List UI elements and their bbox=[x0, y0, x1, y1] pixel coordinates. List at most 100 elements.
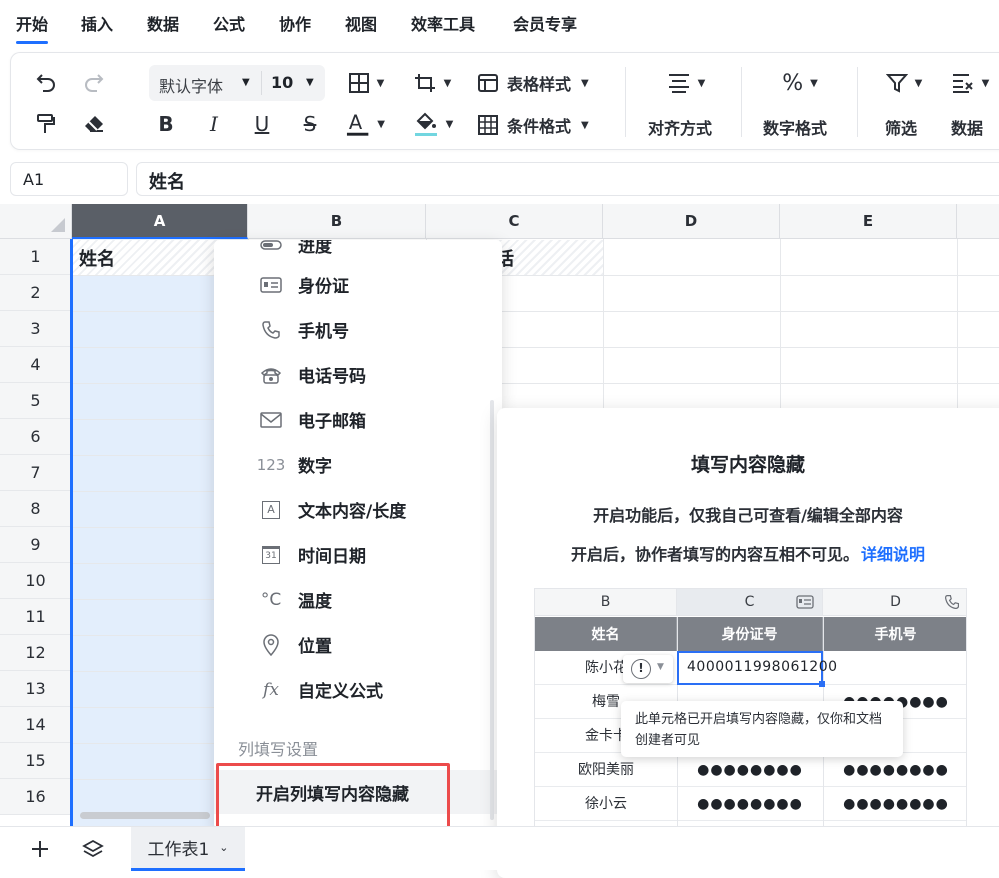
dropdown-scrollbar[interactable] bbox=[490, 400, 494, 820]
filter-label[interactable]: 筛选 bbox=[885, 115, 917, 139]
percent-icon[interactable]: % ▼ bbox=[775, 69, 825, 97]
column-header-d[interactable]: D bbox=[603, 204, 780, 239]
svg-text:A: A bbox=[349, 111, 363, 134]
strikethrough-icon[interactable]: S bbox=[297, 111, 323, 137]
row-header[interactable]: 9 bbox=[0, 527, 72, 563]
font-selector[interactable]: 默认字体 ▼ 10 ▼ bbox=[149, 65, 325, 101]
menu-tab-formula[interactable]: 公式 bbox=[213, 11, 245, 35]
cell-reference-box[interactable]: A1 bbox=[10, 162, 128, 196]
align-icon[interactable]: ▼ bbox=[661, 69, 711, 97]
mail-icon bbox=[258, 407, 284, 433]
menu-tab-efficiency[interactable]: 效率工具 bbox=[411, 11, 475, 35]
id-card-icon bbox=[796, 595, 814, 609]
calendar-icon: 31 bbox=[258, 542, 284, 568]
example-header-phone: 手机号 bbox=[823, 617, 966, 651]
dropdown-item-label: 电子邮箱 bbox=[298, 412, 366, 432]
table-style-button[interactable]: 表格样式 ▼ bbox=[477, 69, 607, 97]
menu-tab-view[interactable]: 视图 bbox=[345, 11, 377, 35]
border-icon[interactable]: ▼ bbox=[343, 69, 389, 97]
phone-icon bbox=[944, 595, 959, 610]
menu-tab-start[interactable]: 开始 bbox=[16, 11, 49, 44]
dropdown-item-custom-formula[interactable]: fx 自定义公式 bbox=[214, 667, 502, 712]
formula-input[interactable]: 姓名 bbox=[136, 162, 999, 196]
font-color-icon[interactable]: A ▼ bbox=[345, 109, 385, 139]
dropdown-item-email[interactable]: 电子邮箱 bbox=[214, 397, 502, 442]
dropdown-item-number[interactable]: 123 数字 bbox=[214, 442, 502, 487]
highlight-frame bbox=[216, 763, 450, 835]
divider bbox=[625, 67, 626, 137]
menu-tab-insert[interactable]: 插入 bbox=[81, 11, 113, 35]
add-sheet-icon[interactable] bbox=[28, 837, 52, 861]
menu-tab-vip[interactable]: 会员专享 bbox=[513, 11, 577, 35]
horizontal-scrollbar[interactable] bbox=[80, 812, 210, 819]
row-header[interactable]: 3 bbox=[0, 311, 72, 347]
data-icon[interactable]: ▼ bbox=[945, 69, 995, 97]
id-card-icon bbox=[258, 272, 284, 298]
filter-icon[interactable]: ▼ bbox=[881, 69, 927, 97]
font-size[interactable]: 10 bbox=[271, 73, 293, 92]
undo-icon[interactable] bbox=[33, 69, 59, 95]
row-header[interactable]: 5 bbox=[0, 383, 72, 419]
dropdown-section-title: 列填写设置 bbox=[238, 740, 319, 759]
card-description-text: 开启后，协作者填写的内容互相不可见。 bbox=[570, 545, 859, 564]
dropdown-item-telephone[interactable]: 电话号码 bbox=[214, 352, 502, 397]
column-header-f[interactable] bbox=[957, 204, 999, 239]
learn-more-link[interactable]: 详细说明 bbox=[861, 545, 925, 564]
row-header[interactable]: 1 bbox=[0, 239, 72, 275]
sheet-tab-active[interactable]: 工作表1 ⌄ bbox=[131, 827, 245, 871]
row-header[interactable]: 14 bbox=[0, 707, 72, 743]
row-header[interactable]: 16 bbox=[0, 779, 72, 815]
column-header-c[interactable]: C bbox=[426, 204, 603, 239]
fill-color-icon[interactable]: ▼ bbox=[411, 109, 455, 139]
masked-value: ●●●●●●●● bbox=[843, 762, 949, 778]
bold-icon[interactable]: B bbox=[153, 111, 179, 137]
font-name[interactable]: 默认字体 bbox=[159, 73, 223, 97]
column-header-e[interactable]: E bbox=[780, 204, 957, 239]
grid-line bbox=[72, 311, 999, 312]
dropdown-item-mobile[interactable]: 手机号 bbox=[214, 307, 502, 352]
data-label[interactable]: 数据 bbox=[951, 115, 983, 139]
number-format-label[interactable]: 数字格式 bbox=[763, 115, 827, 139]
phone-icon bbox=[258, 317, 284, 343]
font-name-chevron-down-icon[interactable]: ▼ bbox=[242, 77, 250, 88]
cell-size-icon[interactable]: ▼ bbox=[409, 69, 455, 97]
row-header[interactable]: 13 bbox=[0, 671, 72, 707]
layers-icon[interactable] bbox=[80, 837, 106, 861]
condition-format-button[interactable]: 条件格式 ▼ bbox=[477, 111, 607, 139]
column-header-b[interactable]: B bbox=[248, 204, 426, 239]
dropdown-item-text[interactable]: A 文本内容/长度 bbox=[214, 487, 502, 532]
format-painter-icon[interactable] bbox=[33, 111, 59, 137]
row-header[interactable]: 15 bbox=[0, 743, 72, 779]
example-column-header: D bbox=[823, 589, 966, 616]
chevron-down-icon[interactable]: ⌄ bbox=[219, 841, 228, 854]
condition-format-label: 条件格式 bbox=[507, 117, 572, 136]
dropdown-item-datetime[interactable]: 31 时间日期 bbox=[214, 532, 502, 577]
select-all-corner[interactable] bbox=[0, 204, 72, 239]
row-header[interactable]: 2 bbox=[0, 275, 72, 311]
align-label[interactable]: 对齐方式 bbox=[648, 115, 712, 139]
font-size-chevron-down-icon[interactable]: ▼ bbox=[306, 77, 314, 88]
dropdown-item-location[interactable]: 位置 bbox=[214, 622, 502, 667]
row-header[interactable]: 10 bbox=[0, 563, 72, 599]
number-icon: 123 bbox=[256, 455, 286, 474]
dropdown-item-id-card[interactable]: 身份证 bbox=[214, 262, 502, 307]
row-header[interactable]: 11 bbox=[0, 599, 72, 635]
grid-line bbox=[72, 383, 999, 384]
row-header[interactable]: 7 bbox=[0, 455, 72, 491]
eraser-icon[interactable] bbox=[81, 111, 107, 137]
menu-tab-collab[interactable]: 协作 bbox=[279, 11, 311, 35]
row-header[interactable]: 6 bbox=[0, 419, 72, 455]
column-header-a[interactable]: A bbox=[72, 204, 308, 239]
underline-icon[interactable]: U bbox=[249, 111, 275, 137]
redo-icon[interactable] bbox=[81, 69, 107, 95]
warning-icon: ! bbox=[631, 659, 651, 679]
tooltip: 此单元格已开启填写内容隐藏，仅你和文档创建者可见 bbox=[621, 701, 903, 757]
cell-a1-text: 姓名 bbox=[79, 249, 115, 270]
row-header[interactable]: 12 bbox=[0, 635, 72, 671]
row-header[interactable]: 8 bbox=[0, 491, 72, 527]
italic-icon[interactable]: I bbox=[201, 111, 227, 137]
condition-format-icon bbox=[478, 115, 498, 135]
row-header[interactable]: 4 bbox=[0, 347, 72, 383]
menu-tab-data[interactable]: 数据 bbox=[147, 11, 179, 35]
dropdown-item-temperature[interactable]: °C 温度 bbox=[214, 577, 502, 622]
